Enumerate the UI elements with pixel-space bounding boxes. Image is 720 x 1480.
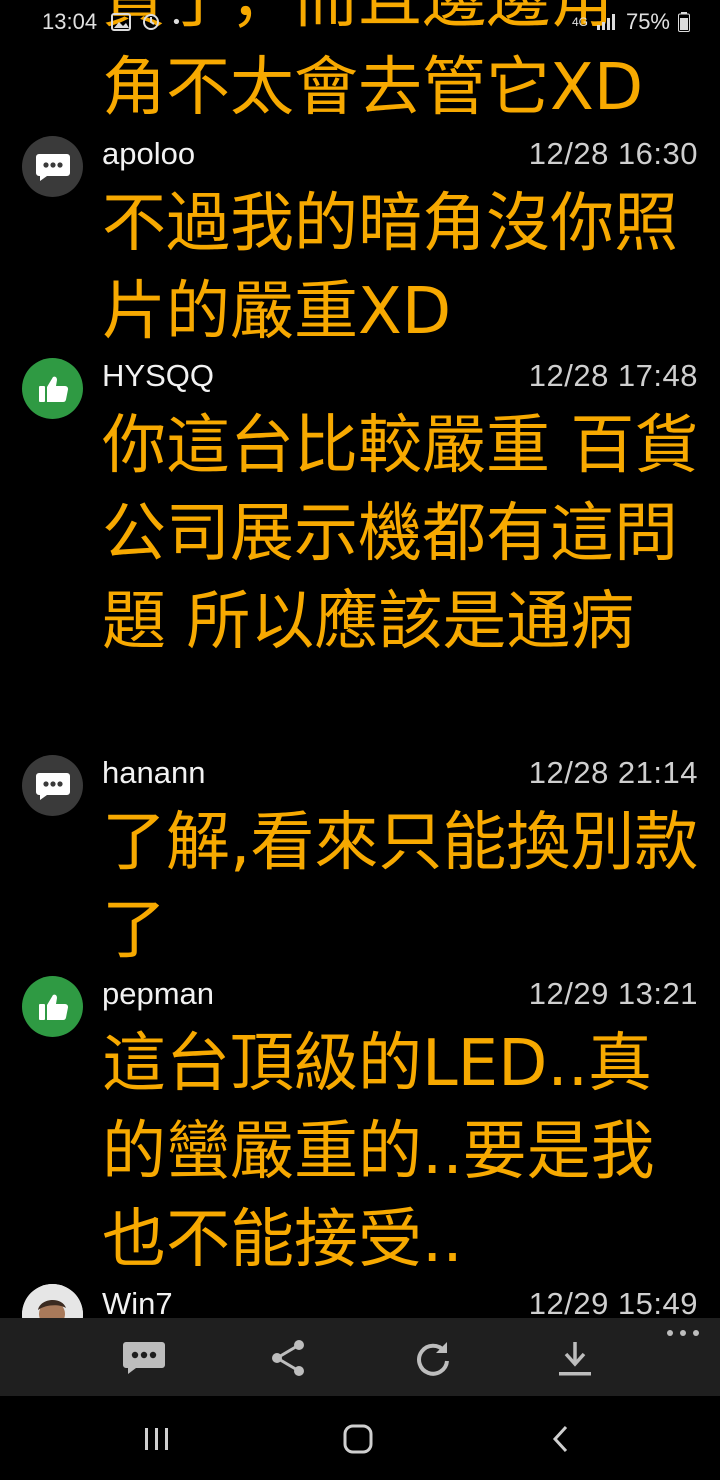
status-bar: 13:04 • 4G 75%: [0, 0, 720, 44]
bottom-toolbar: [0, 1318, 720, 1396]
user-photo-avatar: [22, 1284, 83, 1318]
comment-username[interactable]: Win7: [102, 1286, 173, 1318]
status-time: 13:04: [42, 9, 98, 34]
refresh-icon[interactable]: [406, 1332, 458, 1384]
comment-timestamp: 12/29 13:21: [528, 976, 698, 1011]
image-icon: [111, 13, 132, 31]
comment-text: 這台頂級的LED..真的蠻嚴重的..要是我也不能接受..: [102, 1027, 655, 1277]
comment-text: 了解,看來只能換別款了: [102, 806, 699, 968]
more-icon[interactable]: [657, 1318, 709, 1348]
comment-icon: [22, 755, 83, 816]
back-icon[interactable]: [538, 1416, 584, 1462]
battery-percent: 75%: [625, 9, 670, 34]
comment-timestamp: 12/28 21:14: [528, 755, 698, 790]
comment-username[interactable]: pepman: [102, 976, 214, 1012]
comment-list[interactable]: 貨了，而且邊邊角 角不太會去管它XD apoloo 12/28 16:30 不過…: [0, 0, 720, 1318]
comment-timestamp: 12/29 15:49: [528, 1286, 698, 1318]
comment-username[interactable]: HYSQQ: [102, 358, 214, 394]
download-icon[interactable]: [549, 1332, 601, 1384]
comment-username[interactable]: hanann: [102, 755, 205, 791]
comment-timestamp: 12/28 16:30: [528, 136, 698, 171]
comment-icon[interactable]: [118, 1332, 170, 1384]
comment-text: 你這台比較嚴重 百貨公司展示機都有這問題 所以應該是通病: [102, 409, 699, 659]
dot-icon: •: [171, 11, 182, 33]
recent-apps-icon[interactable]: [134, 1416, 180, 1462]
sync-icon: [143, 14, 160, 30]
partial-comment-line: 角不太會去管它XD: [102, 51, 644, 125]
signal-icon: [596, 14, 615, 30]
share-icon[interactable]: [262, 1332, 314, 1384]
comment-timestamp: 12/28 17:48: [528, 358, 698, 393]
thumbs-up-icon: [22, 976, 83, 1037]
system-nav-bar: [0, 1396, 720, 1480]
comment-username[interactable]: apoloo: [102, 136, 195, 172]
network-label: 4G: [571, 15, 588, 29]
comment-icon: [22, 136, 83, 197]
comment-text: 不過我的暗角沒你照片的嚴重XD: [102, 187, 678, 349]
thumbs-up-icon: [22, 358, 83, 419]
battery-icon: [678, 12, 690, 32]
home-icon[interactable]: [335, 1416, 381, 1462]
